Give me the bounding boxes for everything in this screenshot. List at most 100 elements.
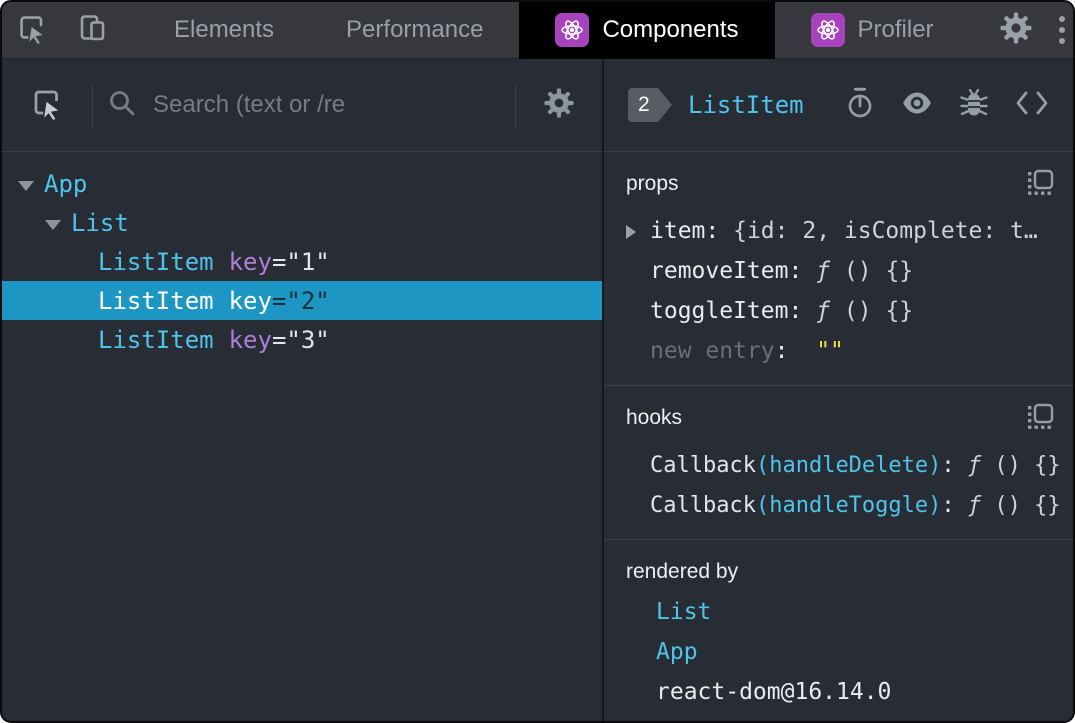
components-panel: App List ListItem key ="1" Lis [2,59,1073,721]
devtools-more-menu-button[interactable] [1046,2,1073,59]
separator: : [705,218,720,244]
tab-profiler[interactable]: Profiler [775,2,970,59]
devtools-window: Elements Performance Components Profiler… [0,0,1075,723]
component-tree: App List ListItem key ="1" ListItem key … [2,152,602,721]
component-name: ListItem [98,286,214,315]
owner-link[interactable]: App [656,639,698,665]
tree-row-listitem-1[interactable]: ListItem key ="1" [2,242,602,281]
debug-log-button[interactable] [959,87,989,124]
bug-icon [959,87,989,124]
function-body: () {} [830,258,914,284]
gear-icon [999,11,1033,50]
rendered-by-row-app[interactable]: App [626,632,1055,672]
key-attr-value: ="3" [271,325,330,354]
props-section-title: props [626,172,679,195]
device-toolbar-button[interactable] [62,2,122,59]
function-symbol: ƒ [954,452,982,478]
search-icon [107,88,137,123]
separator: : [941,492,955,518]
inspect-element-icon [29,85,65,126]
rendered-by-title: rendered by [626,560,739,583]
chevron-right-icon[interactable] [626,225,636,239]
tree-row-list[interactable]: List [2,203,602,242]
tab-label: Components [602,16,739,43]
function-body: () {} [830,298,914,324]
tree-settings-button[interactable] [530,77,588,134]
react-atom-icon [810,13,845,47]
separator: : [788,258,803,284]
chevron-down-icon[interactable] [45,219,61,230]
key-badge: 2 [628,88,672,122]
key-attr-name: key [228,247,272,276]
hook-row-handletoggle[interactable]: Callback (handleToggle): ƒ () {} [626,485,1061,525]
search-input[interactable] [151,90,461,120]
hooks-section: hooks Callback (handleDelete): ƒ () {} … [604,386,1073,540]
component-name: ListItem [98,247,214,276]
view-source-button[interactable] [1015,89,1049,122]
owner-link[interactable]: List [656,599,711,625]
stopwatch-icon [845,86,875,125]
tab-label: Elements [174,16,275,43]
tree-toolbar [2,59,602,152]
hook-type: Callback [650,452,756,478]
tree-row-app[interactable]: App [2,164,602,203]
prop-key: item [650,218,706,244]
react-atom-icon [555,13,590,47]
function-body: () {} [981,452,1061,478]
rendered-by-row-list[interactable]: List [626,592,1055,632]
prop-row-item[interactable]: item: {id: 2, isComplete: t… [626,211,1055,251]
copy-inspect-icon [1025,168,1055,203]
inspect-dom-button[interactable] [901,90,933,121]
function-body: () {} [981,492,1061,518]
tree-row-listitem-2-selected[interactable]: ListItem key ="2" [2,281,602,320]
prop-key: removeItem [650,258,789,284]
new-entry-key-input[interactable]: new entry [650,338,775,364]
prop-row-new-entry[interactable]: new entry: "" [626,331,1055,371]
copy-props-button[interactable] [1025,168,1055,203]
pick-component-button[interactable] [16,77,78,134]
hook-name: (handleDelete) [755,452,942,478]
separator: : [941,452,955,478]
hooks-section-title: hooks [626,406,683,429]
component-name: App [44,169,88,198]
tree-row-listitem-3[interactable]: ListItem key ="3" [2,320,602,359]
hook-row-handledelete[interactable]: Callback (handleDelete): ƒ () {} [626,445,1061,485]
prop-row-toggleitem[interactable]: toggleItem: ƒ () {} [626,291,1055,331]
gear-icon [543,87,575,124]
hook-name: (handleToggle) [755,492,942,518]
prop-row-removeitem[interactable]: removeItem: ƒ () {} [626,251,1055,291]
copy-hooks-button[interactable] [1025,402,1055,437]
tab-elements[interactable]: Elements [138,2,310,59]
separator: : [788,298,803,324]
key-attr-name: key [228,286,272,315]
new-entry-value-input[interactable]: "" [816,338,844,364]
device-toolbar-icon [75,11,109,50]
tab-label: Performance [346,16,484,43]
prop-value: {id: 2, isComplete: t… [733,218,1038,244]
code-brackets-icon [1015,89,1049,122]
props-section: props item: {id: 2, isComplete: t… remo… [604,152,1073,386]
rendered-by-section: rendered by List App react-dom@16.14.0 [604,540,1073,721]
chevron-down-icon[interactable] [18,180,34,191]
inspect-element-icon [15,11,49,50]
hook-type: Callback [650,492,756,518]
renderer-version: react-dom@16.14.0 [656,679,892,705]
devtools-settings-button[interactable] [986,2,1046,59]
key-attr-value: ="1" [271,247,330,276]
key-attr-name: key [228,325,272,354]
separator: : [774,338,789,364]
function-symbol: ƒ [954,492,982,518]
toolbar-divider [515,83,516,127]
search-area [107,88,501,123]
toolbar-divider [92,83,93,127]
inspect-element-button[interactable] [2,2,62,59]
copy-inspect-icon [1025,402,1055,437]
component-tree-pane: App List ListItem key ="1" Lis [2,59,604,721]
tab-performance[interactable]: Performance [310,2,519,59]
component-name: List [71,208,129,237]
devtools-tabbar: Elements Performance Components Profiler [2,2,1073,59]
tab-label: Profiler [857,16,934,43]
suspend-toggle-button[interactable] [845,86,875,125]
inspected-element-header: 2 ListItem [604,59,1073,152]
tab-components[interactable]: Components [519,2,775,59]
